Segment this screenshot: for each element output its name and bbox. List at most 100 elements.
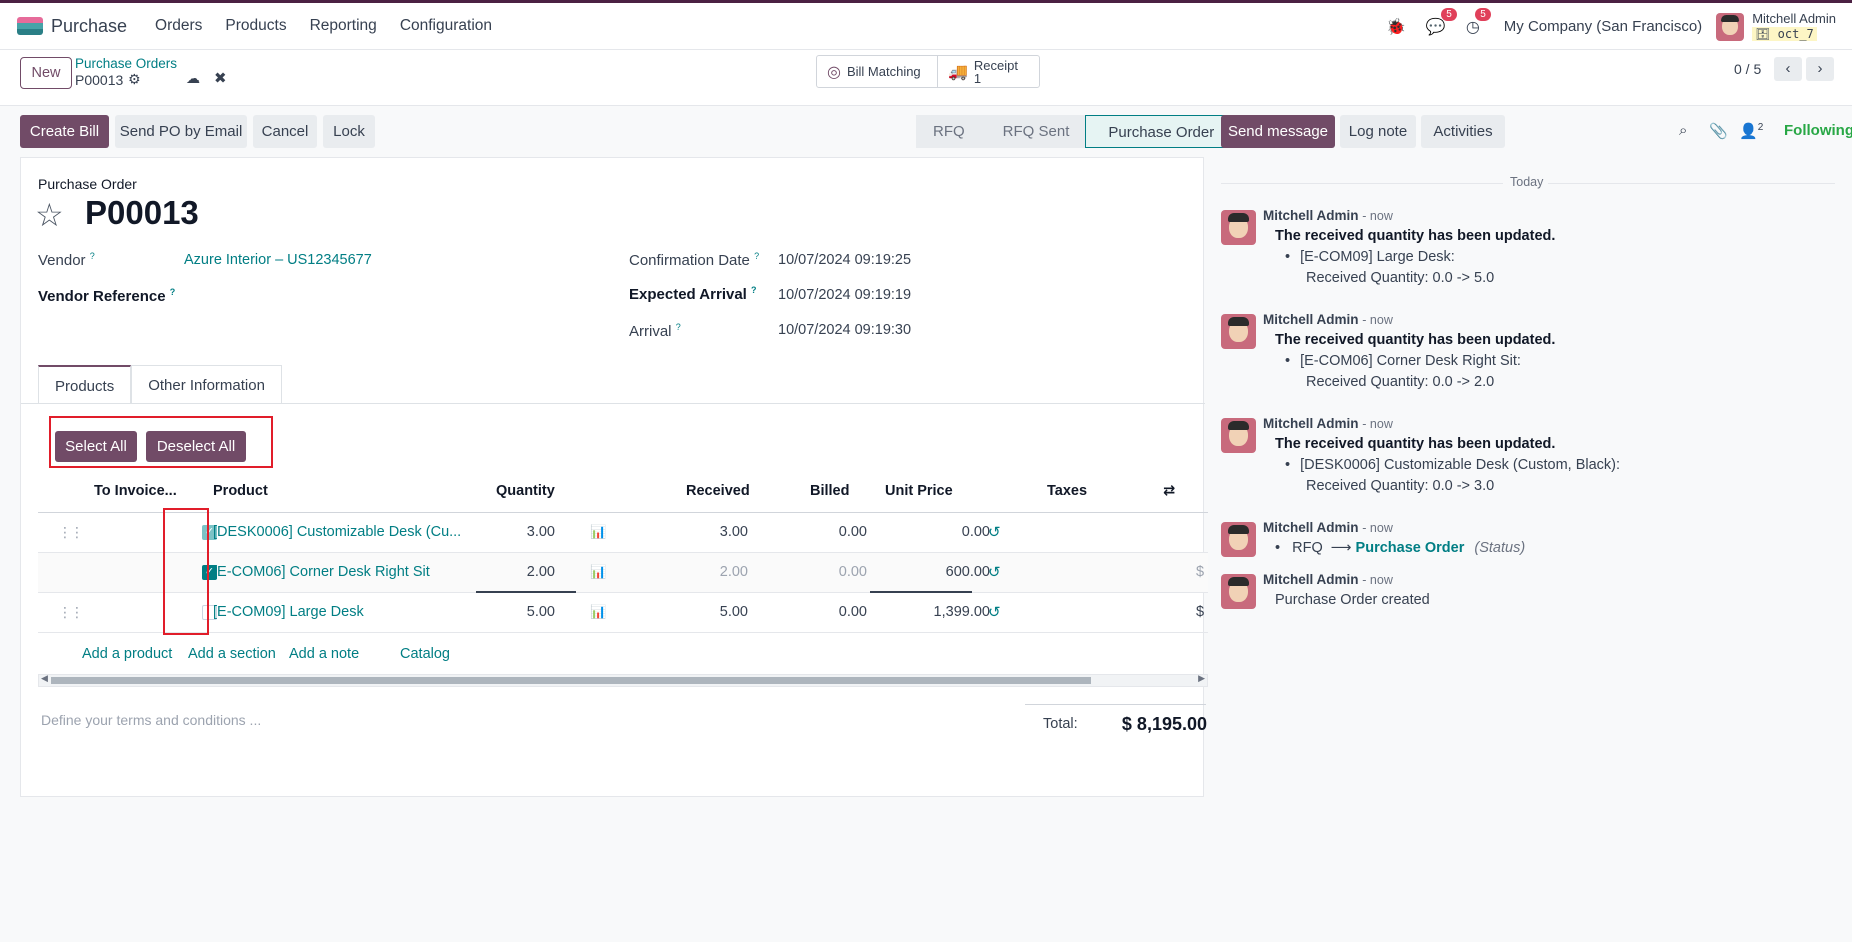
bill-matching-button[interactable]: ◎ Bill Matching: [817, 56, 937, 87]
table-row[interactable]: ✓ [E-COM06] Corner Desk Right Sit 2.00 📊…: [38, 553, 1208, 593]
purchase-app-icon[interactable]: [17, 17, 43, 35]
quantity-cell[interactable]: 5.00: [438, 604, 555, 620]
unit-price-cell[interactable]: 600.00: [878, 564, 990, 580]
vendor-reference-field[interactable]: [184, 287, 584, 305]
new-button[interactable]: New: [20, 57, 72, 89]
scrollbar-thumb[interactable]: [51, 677, 1091, 684]
vendor-field[interactable]: Azure Interior – US12345677: [184, 252, 372, 268]
gear-icon[interactable]: ⚙: [128, 71, 141, 88]
cancel-button[interactable]: Cancel: [253, 115, 317, 148]
author-avatar[interactable]: [1221, 314, 1256, 349]
menu-reporting[interactable]: Reporting: [310, 17, 377, 35]
unit-price-cell[interactable]: 0.00: [878, 524, 990, 540]
confirmation-date-field[interactable]: 10/07/2024 09:19:25: [778, 252, 911, 268]
app-name[interactable]: Purchase: [51, 16, 127, 37]
billed-cell: 0.00: [838, 524, 867, 540]
column-billed[interactable]: Billed: [810, 483, 849, 499]
stage-rfq-sent[interactable]: RFQ Sent: [980, 115, 1086, 148]
forecast-chart-icon[interactable]: 📊: [590, 564, 606, 580]
drag-handle-icon[interactable]: ⋮⋮: [58, 604, 84, 621]
quantity-cell[interactable]: 3.00: [438, 524, 555, 540]
scroll-left-icon[interactable]: ◀: [41, 673, 48, 684]
message-author[interactable]: Mitchell Admin - now: [1263, 572, 1393, 587]
expected-arrival-label: Expected Arrival ?: [629, 285, 757, 303]
column-unit-price[interactable]: Unit Price: [885, 483, 953, 499]
optional-columns-icon[interactable]: ⇄: [1163, 483, 1175, 499]
star-icon[interactable]: ☆: [35, 196, 64, 234]
menu-products[interactable]: Products: [225, 17, 286, 35]
activities-clock-icon[interactable]: ◷ 5: [1466, 7, 1491, 37]
menu-configuration[interactable]: Configuration: [400, 17, 492, 35]
author-avatar[interactable]: [1221, 210, 1256, 245]
history-icon[interactable]: ↺: [988, 563, 1001, 581]
add-section-link[interactable]: Add a section: [188, 646, 276, 662]
history-icon[interactable]: ↺: [988, 523, 1001, 541]
followers-icon[interactable]: 👤2: [1739, 122, 1763, 140]
unit-price-cell[interactable]: 1,399.00: [878, 604, 990, 620]
product-cell[interactable]: [DESK0006] Customizable Desk (Cu...: [213, 524, 461, 540]
messages-icon[interactable]: 💬 5: [1426, 7, 1457, 37]
receipt-button[interactable]: 🚚 Receipt 1: [937, 56, 1028, 87]
deselect-all-button[interactable]: Deselect All: [146, 431, 246, 462]
forecast-chart-icon[interactable]: 📊: [590, 604, 606, 620]
tab-other-information[interactable]: Other Information: [131, 365, 282, 404]
column-taxes[interactable]: Taxes: [1047, 483, 1087, 499]
received-cell[interactable]: 2.00: [638, 564, 748, 580]
received-cell[interactable]: 3.00: [638, 524, 748, 540]
add-product-link[interactable]: Add a product: [82, 646, 172, 662]
breadcrumb-purchase-orders[interactable]: Purchase Orders: [75, 56, 177, 71]
quantity-cell[interactable]: 2.00: [438, 564, 555, 580]
column-product[interactable]: Product: [213, 483, 268, 499]
stage-rfq[interactable]: RFQ: [916, 115, 981, 148]
scroll-right-icon[interactable]: ▶: [1198, 673, 1205, 684]
drag-handle-icon[interactable]: ⋮⋮: [58, 524, 84, 541]
arrival-field[interactable]: 10/07/2024 09:19:30: [778, 322, 911, 338]
pager-value[interactable]: 0 / 5: [1734, 61, 1761, 77]
forecast-chart-icon[interactable]: 📊: [590, 524, 606, 540]
pager-next-icon[interactable]: ›: [1806, 57, 1834, 81]
history-icon[interactable]: ↺: [988, 603, 1001, 621]
lock-button[interactable]: Lock: [323, 115, 375, 148]
create-bill-button[interactable]: Create Bill: [20, 115, 109, 148]
message-author[interactable]: Mitchell Admin - now: [1263, 520, 1393, 535]
menu-orders[interactable]: Orders: [155, 17, 202, 35]
user-menu[interactable]: Mitchell Admin 🗄 oct_7: [1752, 11, 1836, 42]
discard-x-icon[interactable]: ✖: [214, 69, 227, 87]
taxes-cell[interactable]: $: [1196, 564, 1204, 580]
taxes-cell[interactable]: $: [1196, 604, 1204, 620]
following-button[interactable]: Following: [1784, 122, 1852, 139]
search-icon[interactable]: ⌕: [1679, 122, 1687, 139]
catalog-link[interactable]: Catalog: [400, 646, 450, 662]
author-avatar[interactable]: [1221, 418, 1256, 453]
add-note-link[interactable]: Add a note: [289, 646, 359, 662]
product-cell[interactable]: [E-COM06] Corner Desk Right Sit: [213, 564, 430, 580]
tab-products[interactable]: Products: [38, 365, 132, 404]
message-author[interactable]: Mitchell Admin - now: [1263, 416, 1393, 431]
log-note-button[interactable]: Log note: [1340, 115, 1416, 148]
author-avatar[interactable]: [1221, 574, 1256, 609]
user-avatar[interactable]: [1716, 12, 1745, 41]
cloud-save-icon[interactable]: ☁: [186, 70, 200, 87]
table-row[interactable]: ⋮⋮ [E-COM09] Large Desk 5.00 📊 5.00 0.00…: [38, 593, 1208, 633]
expected-arrival-field[interactable]: 10/07/2024 09:19:19: [778, 287, 911, 303]
debug-bug-icon[interactable]: 🐞: [1386, 17, 1406, 37]
table-horizontal-scrollbar[interactable]: ◀ ▶: [38, 673, 1208, 687]
message-author[interactable]: Mitchell Admin - now: [1263, 312, 1393, 327]
company-switcher[interactable]: My Company (San Francisco): [1504, 18, 1702, 35]
terms-conditions-field[interactable]: Define your terms and conditions ...: [41, 712, 261, 728]
column-received[interactable]: Received: [686, 483, 750, 499]
column-to-invoice[interactable]: To Invoice...: [94, 483, 177, 499]
paperclip-icon[interactable]: 📎: [1709, 122, 1728, 140]
product-cell[interactable]: [E-COM09] Large Desk: [213, 604, 364, 620]
stage-purchase-order[interactable]: Purchase Order: [1085, 115, 1232, 148]
table-row[interactable]: ⋮⋮ ✓ [DESK0006] Customizable Desk (Cu...…: [38, 513, 1208, 553]
received-cell[interactable]: 5.00: [638, 604, 748, 620]
pager-previous-icon[interactable]: ‹: [1774, 57, 1802, 81]
activities-button[interactable]: Activities: [1421, 115, 1505, 148]
column-quantity[interactable]: Quantity: [496, 483, 555, 499]
author-avatar[interactable]: [1221, 522, 1256, 557]
message-author[interactable]: Mitchell Admin - now: [1263, 208, 1393, 223]
send-po-email-button[interactable]: Send PO by Email: [115, 115, 247, 148]
send-message-button[interactable]: Send message: [1221, 115, 1335, 148]
select-all-button[interactable]: Select All: [55, 431, 137, 462]
